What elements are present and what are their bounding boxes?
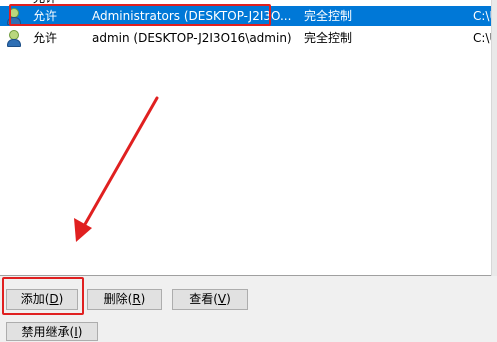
remove-button-label: 删除(R): [103, 292, 146, 306]
remove-button[interactable]: 删除(R): [87, 289, 162, 310]
view-button-label: 查看(V): [189, 292, 231, 306]
disable-inheritance-button[interactable]: 禁用继承(I): [6, 322, 98, 341]
view-button[interactable]: 查看(V): [172, 289, 248, 310]
add-button[interactable]: 添加(D): [6, 289, 78, 310]
add-button-label: 添加(D): [20, 292, 64, 306]
disable-inheritance-button-label: 禁用继承(I): [21, 325, 83, 339]
